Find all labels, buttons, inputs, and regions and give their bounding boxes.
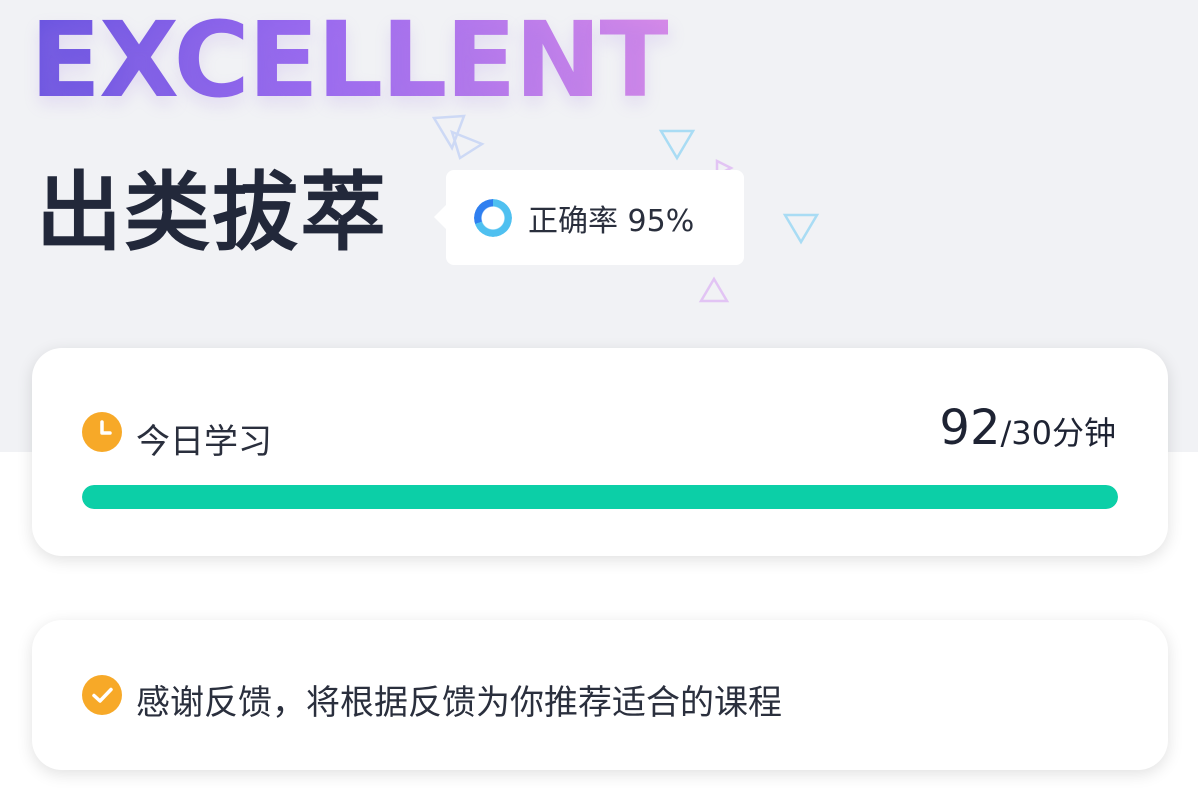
feedback-card: 感谢反馈，将根据反馈为你推荐适合的课程 xyxy=(32,620,1168,770)
triangle-decoration-2 xyxy=(658,129,696,161)
study-minutes-value: 92 xyxy=(939,400,1001,456)
triangle-decoration-1 xyxy=(431,114,485,160)
study-minutes: 92 /30分钟 xyxy=(939,400,1116,456)
excellent-banner: EXCELLENT xyxy=(30,0,670,121)
accuracy-bubble: 正确率 95% xyxy=(434,170,744,265)
study-label: 今日学习 xyxy=(136,422,272,462)
study-progress-bar xyxy=(82,485,1118,509)
triangle-decoration-4 xyxy=(782,213,820,245)
check-circle-icon xyxy=(82,675,122,715)
triangle-decoration-5 xyxy=(698,276,730,303)
study-card: 今日学习 92 /30分钟 xyxy=(32,348,1168,556)
study-progress-fill xyxy=(82,485,1118,509)
clock-icon xyxy=(82,412,122,452)
accuracy-text: 正确率 95% xyxy=(528,203,695,239)
study-goal: /30分钟 xyxy=(1000,414,1116,452)
feedback-message: 感谢反馈，将根据反馈为你推荐适合的课程 xyxy=(136,683,782,723)
headline-title: 出类拔萃 xyxy=(36,163,388,263)
donut-chart-icon xyxy=(474,198,512,237)
